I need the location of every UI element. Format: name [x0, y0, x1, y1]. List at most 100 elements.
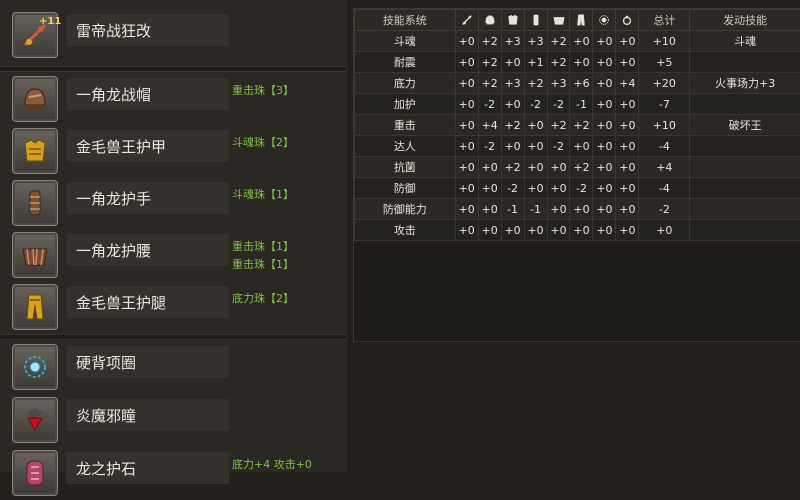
equipment-row[interactable]: 金毛兽王护甲 斗魂珠【2】	[0, 126, 346, 178]
waist-armor-icon[interactable]	[12, 232, 58, 278]
equipment-row[interactable]: +11 雷帝战狂改	[0, 10, 346, 62]
talisman-icon[interactable]	[12, 450, 58, 496]
helmet-icon[interactable]	[12, 76, 58, 122]
skill-point-cell: +0	[593, 94, 616, 115]
equipment-name-box[interactable]: 雷帝战狂改	[66, 14, 229, 46]
skill-total: -4	[639, 178, 690, 199]
skill-point-cell: -2	[501, 178, 524, 199]
equipment-name-box[interactable]: 炎魔邪瞳	[66, 399, 229, 431]
equipment-row[interactable]: 一角龙护腰重击珠【1】重击珠【1】	[0, 230, 346, 282]
gauntlet-icon	[529, 13, 543, 27]
skill-point-cell: -2	[547, 94, 570, 115]
equipment-name-box[interactable]: 一角龙护手	[66, 182, 229, 214]
skill-name: 斗魂	[355, 31, 456, 52]
gauntlet-icon[interactable]	[12, 180, 58, 226]
skill-point-cell: +0	[616, 220, 639, 241]
slot-header-weapon-icon	[455, 10, 478, 31]
skill-point-cell: +0	[501, 136, 524, 157]
skill-point-cell: +0	[547, 157, 570, 178]
skill-point-cell: +0	[501, 94, 524, 115]
skill-row: 达人+0-2+0+0-2+0+0+0-4	[355, 136, 800, 157]
skill-row: 防御+0+0-2+0+0-2+0+0-4	[355, 178, 800, 199]
ring-gem-icon[interactable]	[12, 397, 58, 443]
skill-point-cell: +0	[593, 178, 616, 199]
equipment-name: 一角龙护手	[76, 188, 151, 209]
skill-point-cell: +0	[455, 52, 478, 73]
skill-point-cell: +0	[478, 199, 501, 220]
equipment-name-box[interactable]: 一角龙护腰	[66, 234, 229, 266]
skill-total: +10	[639, 115, 690, 136]
equipment-row[interactable]: 炎魔邪瞳	[0, 395, 346, 447]
skill-point-cell: -2	[570, 178, 593, 199]
equipment-row[interactable]: 硬背项圈	[0, 342, 346, 394]
skill-point-cell: +0	[501, 52, 524, 73]
equipment-row[interactable]: 龙之护石底力+4 攻击+0	[0, 448, 346, 500]
activated-skill	[690, 220, 800, 241]
equipment-row[interactable]: 一角龙战帽重击珠【3】	[0, 74, 346, 126]
skill-point-cell: +0	[593, 73, 616, 94]
skill-point-cell: +0	[570, 220, 593, 241]
equipment-name: 一角龙护腰	[76, 240, 151, 261]
header-activated-skill: 发动技能	[690, 10, 800, 31]
equipment-name: 金毛兽王护甲	[76, 136, 166, 157]
skill-total: +0	[639, 220, 690, 241]
skill-point-cell: +0	[455, 94, 478, 115]
skill-table: 技能系统 总计发动技能 斗魂+0+2+3+3+2+0+0+0+10斗魂耐震+0+…	[354, 9, 800, 241]
weapon-icon[interactable]: +11	[12, 12, 58, 58]
skill-point-cell: +0	[616, 136, 639, 157]
skill-point-cell: +0	[455, 157, 478, 178]
skill-point-cell: +0	[455, 31, 478, 52]
activated-skill: 斗魂	[690, 31, 800, 52]
skill-point-cell: +0	[455, 136, 478, 157]
skill-point-cell: +2	[501, 157, 524, 178]
skill-point-cell: +0	[593, 199, 616, 220]
skill-point-cell: +2	[478, 31, 501, 52]
activated-skill: 破坏王	[690, 115, 800, 136]
equipment-row[interactable]: 一角龙护手 斗魂珠【1】	[0, 178, 346, 230]
skill-point-cell: +2	[501, 115, 524, 136]
slot-header-gauntlet-icon	[524, 10, 547, 31]
skill-table-header: 技能系统 总计发动技能	[355, 10, 800, 31]
skill-point-cell: +4	[616, 73, 639, 94]
skill-point-cell: -1	[570, 94, 593, 115]
skill-row: 耐震+0+2+0+1+2+0+0+0+5	[355, 52, 800, 73]
skill-point-cell: +0	[524, 136, 547, 157]
skill-name: 达人	[355, 136, 456, 157]
skill-name: 防御	[355, 178, 456, 199]
skill-point-cell: +0	[524, 220, 547, 241]
header-total: 总计	[639, 10, 690, 31]
skill-point-cell: +0	[455, 178, 478, 199]
skill-point-cell: +0	[547, 178, 570, 199]
waist-armor-icon	[552, 13, 566, 27]
skill-point-cell: +2	[547, 52, 570, 73]
skill-point-cell: +0	[616, 178, 639, 199]
equipment-name: 炎魔邪瞳	[76, 405, 136, 426]
equipment-name: 硬背项圈	[76, 352, 136, 373]
chest-armor-icon[interactable]	[12, 128, 58, 174]
skill-point-cell: -1	[501, 199, 524, 220]
activated-skill	[690, 52, 800, 73]
slot-header-helmet-icon	[478, 10, 501, 31]
equipment-name-box[interactable]: 硬背项圈	[66, 346, 229, 378]
activated-skill	[690, 94, 800, 115]
equipment-name-box[interactable]: 一角龙战帽	[66, 78, 229, 110]
slot-header-chest-armor-icon	[501, 10, 524, 31]
skill-total: +20	[639, 73, 690, 94]
leg-armor-icon[interactable]	[12, 284, 58, 330]
skill-point-cell: +2	[547, 31, 570, 52]
skill-point-cell: +0	[455, 73, 478, 94]
equipment-name-box[interactable]: 金毛兽王护腿	[66, 286, 229, 318]
skill-total: +10	[639, 31, 690, 52]
skill-name: 耐震	[355, 52, 456, 73]
equipment-name-box[interactable]: 龙之护石	[66, 452, 229, 484]
skill-point-cell: +2	[478, 52, 501, 73]
equipment-row[interactable]: 金毛兽王护腿底力珠【2】	[0, 282, 346, 334]
skill-point-cell: +0	[593, 220, 616, 241]
equipment-name-box[interactable]: 金毛兽王护甲	[66, 130, 229, 162]
upgrade-level-badge: +11	[39, 16, 61, 27]
decoration-slot-text: 斗魂珠【1】	[232, 186, 294, 202]
skill-row: 加护+0-2+0-2-2-1+0+0-7	[355, 94, 800, 115]
decoration-slot-text: 斗魂珠【2】	[232, 134, 294, 150]
necklace-icon[interactable]	[12, 344, 58, 390]
header-system: 技能系统	[355, 10, 456, 31]
